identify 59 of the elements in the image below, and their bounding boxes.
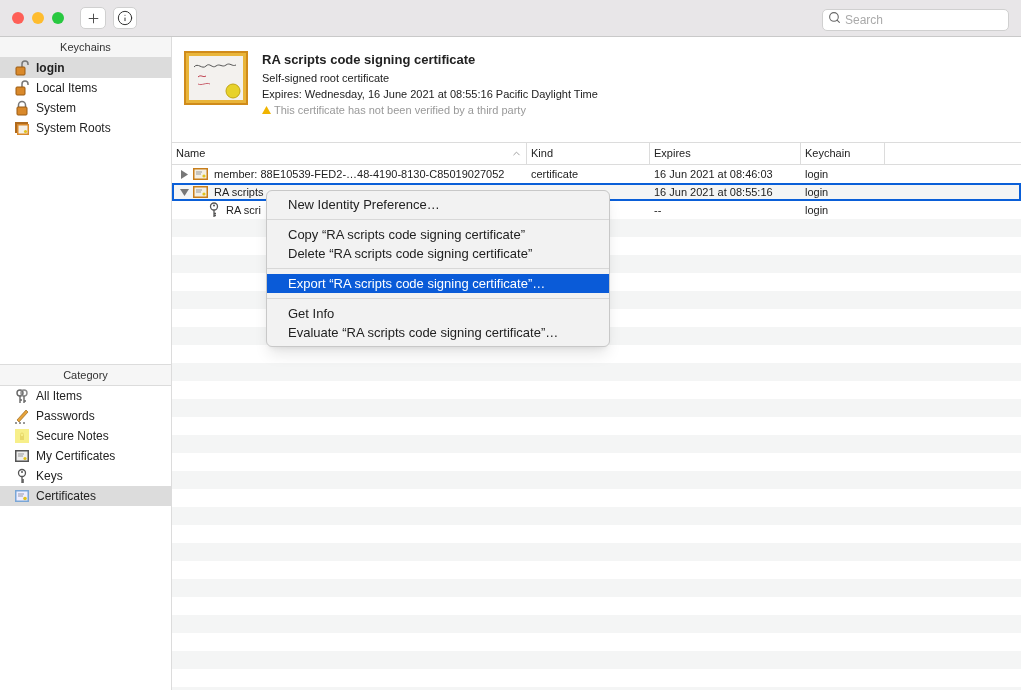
- table-cell: login: [805, 167, 829, 180]
- column-header[interactable]: Name: [172, 143, 527, 164]
- pencil-icon: [14, 408, 30, 424]
- menu-item[interactable]: Copy “RA scripts code signing certificate”: [267, 225, 609, 244]
- sidebar-item[interactable]: System Roots: [0, 118, 171, 138]
- sidebar-item[interactable]: Certificates: [0, 486, 171, 506]
- certificate-title: RA scripts code signing certificate: [262, 51, 477, 69]
- plus-icon: [85, 10, 101, 26]
- sidebar-item[interactable]: Local Items: [0, 78, 171, 98]
- table-cell: certificate: [531, 167, 579, 180]
- sidebar-item[interactable]: Keys: [0, 466, 171, 486]
- disclosure-triangle-icon[interactable]: [180, 169, 189, 179]
- warning-text: This certificate has not been verified by a third party: [274, 103, 526, 118]
- note-icon: [14, 428, 30, 444]
- table-cell-text: RA scri: [226, 202, 261, 218]
- column-header[interactable]: Expires: [650, 143, 801, 164]
- menu-item[interactable]: New Identity Preference…: [267, 195, 609, 214]
- open-padlock-icon: [14, 80, 30, 96]
- search-icon: [828, 11, 841, 24]
- table-cell: login: [805, 185, 829, 198]
- certificate-icon: [193, 168, 208, 180]
- table-cell: login: [805, 203, 829, 216]
- padlock-icon: [14, 100, 30, 116]
- disclosure-triangle-icon[interactable]: [180, 187, 189, 197]
- key-icon: [208, 202, 220, 218]
- table-cell: 16 Jun 2021 at 08:46:03: [654, 167, 773, 180]
- sidebar-item[interactable]: My Certificates: [0, 446, 171, 466]
- menu-item[interactable]: Delete “RA scripts code signing certificate”: [267, 244, 609, 263]
- menu-item[interactable]: Get Info: [267, 304, 609, 323]
- info-icon: [117, 10, 133, 26]
- sidebar-item[interactable]: login: [0, 58, 171, 78]
- sidebar-item[interactable]: System: [0, 98, 171, 118]
- table-cell-text: RA scripts: [214, 184, 264, 200]
- section-header: Keychains: [0, 37, 171, 58]
- column-header[interactable]: Keychain: [801, 143, 885, 164]
- column-header[interactable]: Kind: [527, 143, 650, 164]
- certificate-subtitle: Self-signed root certificate: [262, 71, 391, 86]
- sidebar-item[interactable]: All Items: [0, 386, 171, 406]
- certificate-icon: [193, 186, 208, 198]
- info-button[interactable]: [113, 7, 137, 29]
- close-button[interactable]: [12, 12, 24, 24]
- table-cell: 16 Jun 2021 at 08:55:16: [654, 185, 773, 198]
- keys-icon: [14, 388, 30, 404]
- warning-icon: [262, 106, 271, 114]
- menu-item[interactable]: Evaluate “RA scripts code signing certificate”…: [267, 323, 609, 342]
- table-cell: --: [654, 203, 662, 216]
- section-header: Category: [0, 365, 171, 386]
- sidebar-item[interactable]: Passwords: [0, 406, 171, 426]
- table-cell-text: member: 88E10539-FED2-…48-4190-8130-C85019027052: [214, 166, 505, 182]
- certificate-stack-icon: [14, 120, 30, 136]
- open-padlock-icon: [14, 60, 30, 76]
- menu-item[interactable]: Export “RA scripts code signing certificate”…: [267, 274, 609, 293]
- certificate-icon: [14, 488, 30, 504]
- expiry-date: Expires: Wednesday, 16 June 2021 at 08:55:16 Pacific Daylight Time: [262, 87, 598, 102]
- search-field[interactable]: Search: [822, 9, 1009, 31]
- certificate-icon: [184, 51, 248, 105]
- add-button[interactable]: [80, 7, 106, 29]
- sidebar-item[interactable]: Secure Notes: [0, 426, 171, 446]
- certificate-icon: [14, 448, 30, 464]
